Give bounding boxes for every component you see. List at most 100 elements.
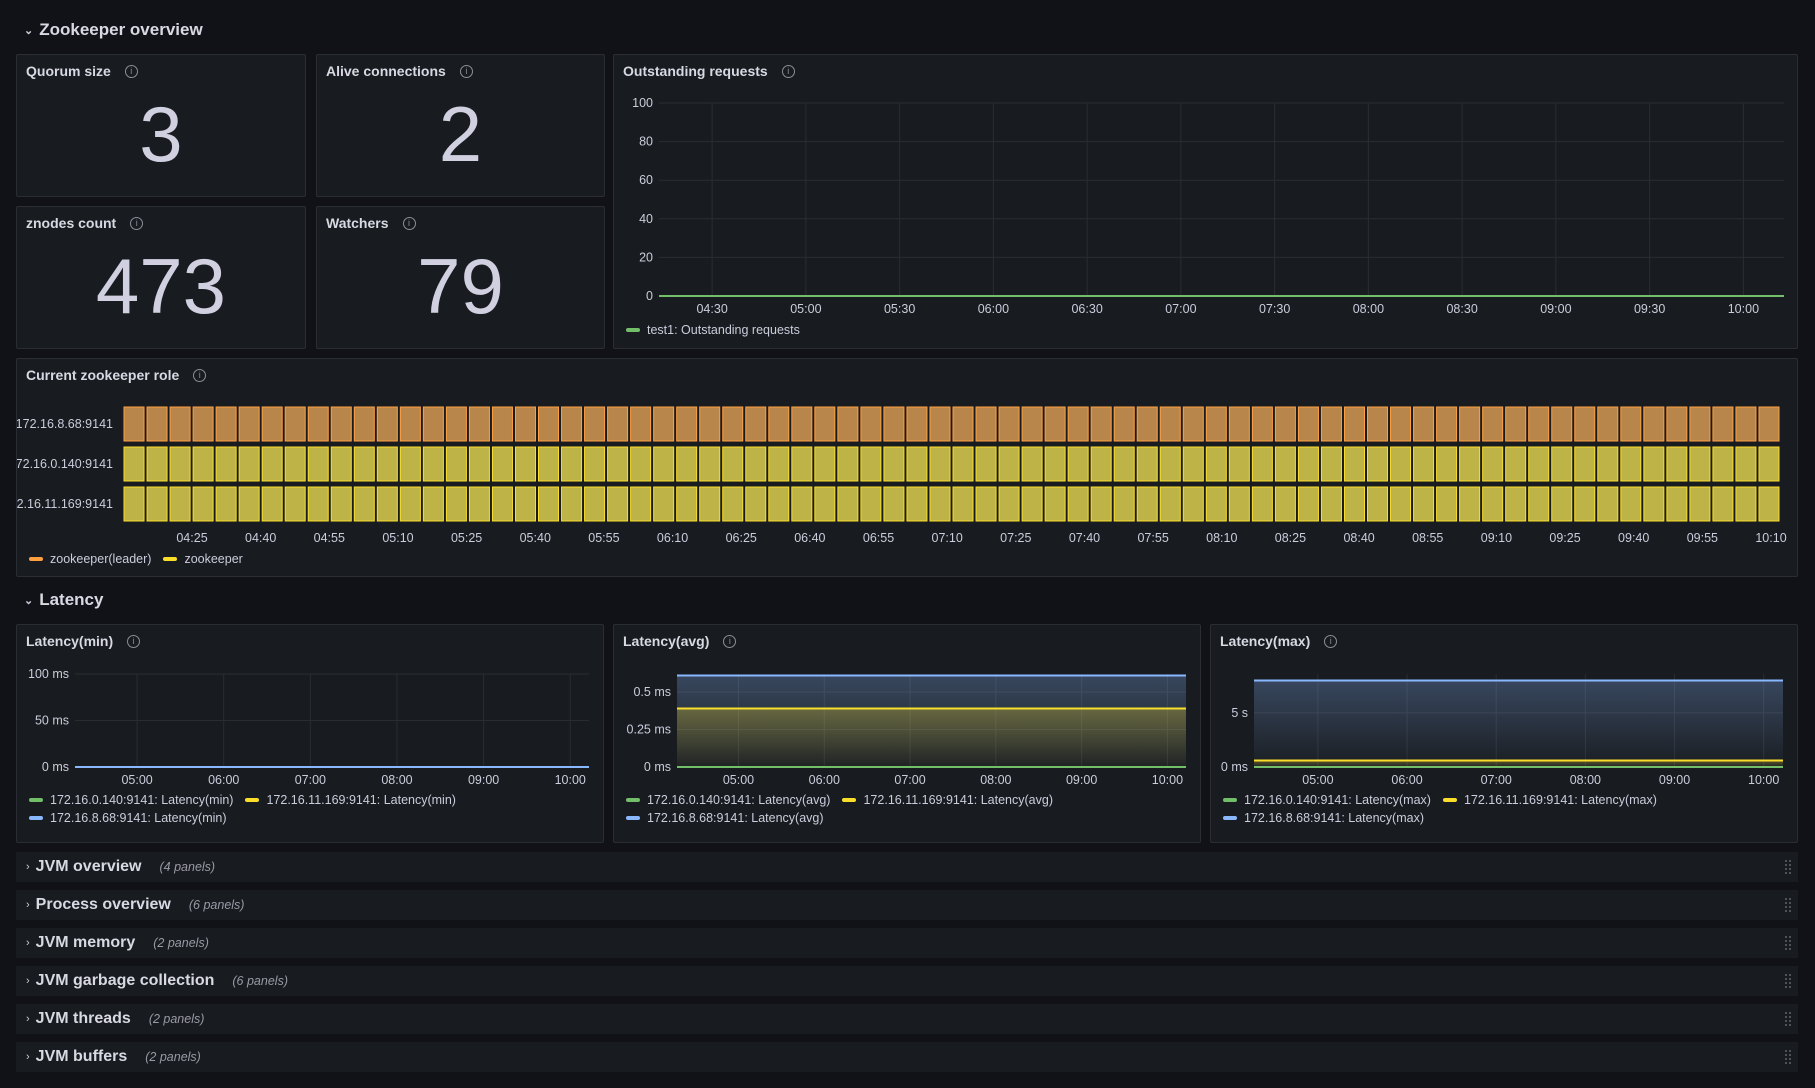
drag-handle-icon[interactable] bbox=[1784, 897, 1792, 913]
state-block[interactable] bbox=[1712, 406, 1734, 442]
row-zookeeper-overview[interactable]: ⌄ Zookeeper overview bbox=[24, 20, 203, 40]
state-block[interactable] bbox=[491, 406, 513, 442]
state-block[interactable] bbox=[998, 446, 1020, 482]
collapsed-row[interactable]: › JVM memory (2 panels) bbox=[16, 928, 1798, 958]
state-block[interactable] bbox=[998, 486, 1020, 522]
state-block[interactable] bbox=[422, 486, 444, 522]
state-block[interactable] bbox=[1182, 486, 1204, 522]
state-block[interactable] bbox=[1182, 446, 1204, 482]
legend-item[interactable]: 172.16.11.169:9141: Latency(min) bbox=[245, 793, 456, 807]
drag-handle-icon[interactable] bbox=[1784, 935, 1792, 951]
state-block[interactable] bbox=[653, 486, 675, 522]
state-block[interactable] bbox=[860, 446, 882, 482]
state-block[interactable] bbox=[929, 406, 951, 442]
state-block[interactable] bbox=[261, 406, 283, 442]
state-block[interactable] bbox=[215, 406, 237, 442]
state-block[interactable] bbox=[192, 446, 214, 482]
legend-item[interactable]: 172.16.11.169:9141: Latency(max) bbox=[1442, 793, 1657, 807]
state-block[interactable] bbox=[1643, 446, 1665, 482]
state-block[interactable] bbox=[1090, 486, 1112, 522]
state-block[interactable] bbox=[1459, 446, 1481, 482]
legend-item[interactable]: 172.16.0.140:9141: Latency(max) bbox=[1223, 793, 1431, 807]
row-latency[interactable]: ⌄ Latency bbox=[24, 590, 103, 610]
state-block[interactable] bbox=[445, 486, 467, 522]
state-block[interactable] bbox=[768, 486, 790, 522]
state-block[interactable] bbox=[169, 486, 191, 522]
legend-item[interactable]: 172.16.8.68:9141: Latency(min) bbox=[29, 811, 595, 825]
state-block[interactable] bbox=[123, 486, 145, 522]
state-block[interactable] bbox=[284, 446, 306, 482]
state-block[interactable] bbox=[1044, 446, 1066, 482]
state-block[interactable] bbox=[814, 446, 836, 482]
state-block[interactable] bbox=[653, 406, 675, 442]
state-block[interactable] bbox=[952, 406, 974, 442]
state-block[interactable] bbox=[261, 446, 283, 482]
state-block[interactable] bbox=[1044, 486, 1066, 522]
drag-handle-icon[interactable] bbox=[1784, 973, 1792, 989]
collapsed-row[interactable]: › JVM garbage collection (6 panels) bbox=[16, 966, 1798, 996]
state-block[interactable] bbox=[1436, 486, 1458, 522]
state-block[interactable] bbox=[146, 486, 168, 522]
state-block[interactable] bbox=[929, 486, 951, 522]
state-block[interactable] bbox=[514, 446, 537, 482]
state-block[interactable] bbox=[1551, 446, 1573, 482]
state-block[interactable] bbox=[1735, 486, 1757, 522]
state-block[interactable] bbox=[215, 446, 237, 482]
state-block[interactable] bbox=[1758, 486, 1780, 522]
state-block[interactable] bbox=[952, 446, 974, 482]
info-circle-icon[interactable]: i bbox=[130, 216, 144, 230]
state-block[interactable] bbox=[1413, 406, 1435, 442]
state-block[interactable] bbox=[1113, 446, 1135, 482]
state-block[interactable] bbox=[676, 446, 698, 482]
state-block[interactable] bbox=[468, 486, 490, 522]
state-block[interactable] bbox=[1436, 406, 1458, 442]
state-block[interactable] bbox=[307, 486, 329, 522]
state-block[interactable] bbox=[123, 406, 145, 442]
state-block[interactable] bbox=[1205, 486, 1227, 522]
state-block[interactable] bbox=[1205, 446, 1227, 482]
state-block[interactable] bbox=[745, 446, 767, 482]
state-block[interactable] bbox=[1735, 406, 1757, 442]
state-block[interactable] bbox=[399, 406, 421, 442]
state-block[interactable] bbox=[1090, 446, 1112, 482]
state-block[interactable] bbox=[123, 446, 145, 482]
state-block[interactable] bbox=[1067, 486, 1089, 522]
state-block[interactable] bbox=[215, 486, 237, 522]
state-block[interactable] bbox=[1251, 406, 1273, 442]
state-block[interactable] bbox=[1251, 486, 1273, 522]
state-block[interactable] bbox=[468, 446, 490, 482]
state-block[interactable] bbox=[1113, 486, 1135, 522]
state-block[interactable] bbox=[676, 486, 698, 522]
state-block[interactable] bbox=[699, 486, 721, 522]
legend-item[interactable]: 172.16.8.68:9141: Latency(max) bbox=[1223, 811, 1789, 825]
state-block[interactable] bbox=[238, 486, 260, 522]
state-block[interactable] bbox=[837, 406, 859, 442]
state-block[interactable] bbox=[860, 486, 882, 522]
state-block[interactable] bbox=[1689, 486, 1711, 522]
state-block[interactable] bbox=[538, 446, 560, 482]
state-block[interactable] bbox=[538, 486, 560, 522]
state-block[interactable] bbox=[791, 486, 813, 522]
state-block[interactable] bbox=[561, 486, 583, 522]
state-block[interactable] bbox=[975, 446, 997, 482]
state-block[interactable] bbox=[561, 406, 583, 442]
state-block[interactable] bbox=[1159, 406, 1181, 442]
collapsed-row[interactable]: › JVM threads (2 panels) bbox=[16, 1004, 1798, 1034]
state-block[interactable] bbox=[998, 406, 1020, 442]
state-block[interactable] bbox=[1390, 486, 1412, 522]
state-block[interactable] bbox=[883, 406, 905, 442]
state-block[interactable] bbox=[422, 446, 444, 482]
state-block[interactable] bbox=[284, 486, 306, 522]
state-block[interactable] bbox=[1505, 446, 1527, 482]
state-block[interactable] bbox=[146, 446, 168, 482]
state-block[interactable] bbox=[1597, 486, 1619, 522]
state-block[interactable] bbox=[1712, 446, 1734, 482]
state-block[interactable] bbox=[1620, 446, 1642, 482]
state-block[interactable] bbox=[1367, 406, 1389, 442]
state-block[interactable] bbox=[307, 446, 329, 482]
state-block[interactable] bbox=[929, 446, 951, 482]
state-block[interactable] bbox=[1689, 406, 1711, 442]
state-block[interactable] bbox=[1574, 446, 1596, 482]
state-block[interactable] bbox=[1182, 406, 1204, 442]
state-block[interactable] bbox=[630, 406, 652, 442]
